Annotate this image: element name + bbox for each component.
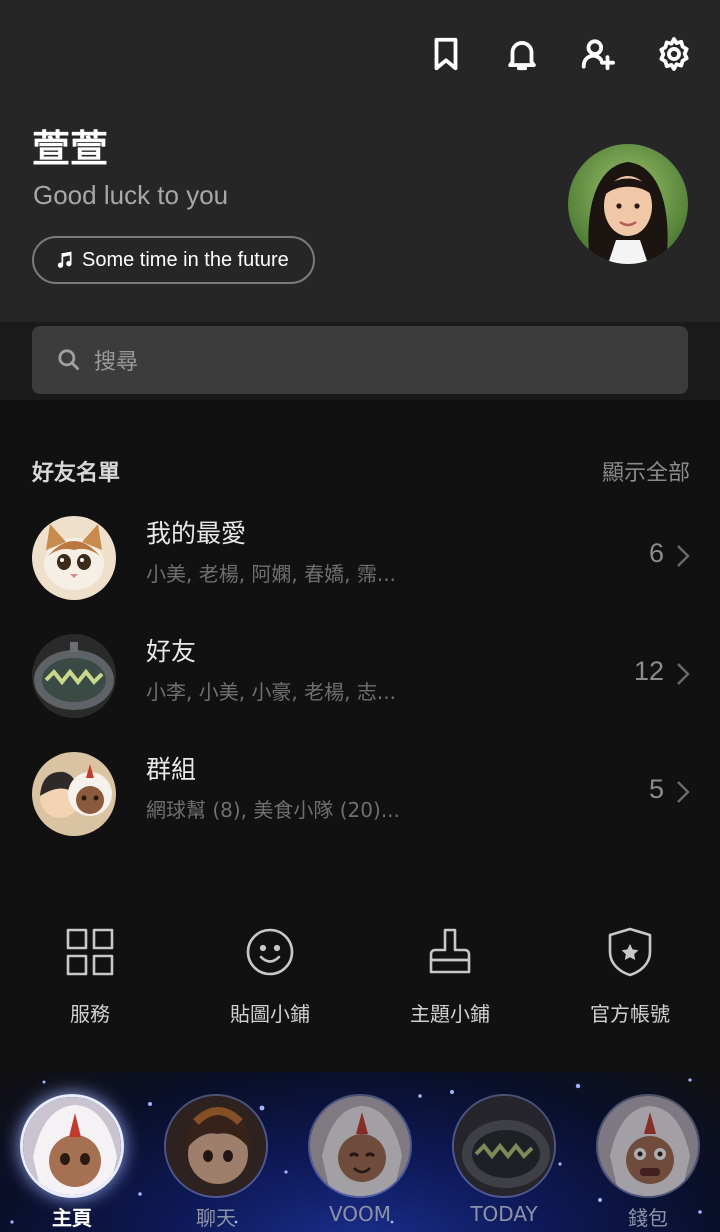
shortcut-theme-shop[interactable]: 主題小鋪 — [360, 924, 540, 1034]
brush-icon — [429, 928, 471, 974]
list-row-subtitle: 小李, 小美, 小豪, 老楊, 志... — [146, 680, 396, 704]
tab-voom[interactable]: VOOM — [288, 1072, 432, 1232]
favorites-thumbnail — [32, 516, 116, 600]
home-tab-icon — [20, 1094, 124, 1198]
wallet-tab-icon — [596, 1094, 700, 1198]
shortcut-official-accounts[interactable]: 官方帳號 — [540, 924, 720, 1034]
shield-star-icon — [608, 927, 652, 977]
tab-wallet[interactable]: 錢包 — [576, 1072, 720, 1232]
search-icon — [58, 349, 80, 371]
profile-name[interactable]: 萱萱 — [32, 118, 108, 173]
shortcut-sticker-shop[interactable]: 貼圖小鋪 — [180, 924, 360, 1034]
add-friend-icon[interactable] — [578, 30, 618, 78]
music-note-icon — [57, 251, 72, 268]
list-row-favorites[interactable]: 我的最愛 小美, 老楊, 阿嫻, 春嬌, 霈... 6 — [0, 504, 720, 614]
bell-icon[interactable] — [502, 30, 542, 78]
bookmark-icon[interactable] — [426, 30, 466, 78]
smiley-icon — [246, 928, 294, 976]
grid-icon — [66, 928, 114, 976]
friend-list-title: 好友名單 — [32, 461, 121, 486]
settings-icon[interactable] — [654, 30, 694, 78]
list-row-subtitle: 網球幫 (8), 美食小隊 (20)... — [146, 798, 400, 822]
profile-status-message[interactable]: Good luck to you — [33, 180, 228, 211]
list-row-friends[interactable]: 好友 小李, 小美, 小豪, 老楊, 志... 12 — [0, 622, 720, 732]
search-placeholder: 搜尋 — [94, 350, 139, 375]
profile-music-label: Some time in the future — [82, 248, 289, 271]
profile-music-button[interactable]: Some time in the future — [32, 236, 315, 284]
show-all-link[interactable]: 顯示全部 — [602, 455, 690, 487]
list-row-count: 6 — [648, 538, 664, 568]
groups-thumbnail — [32, 752, 116, 836]
shortcut-label: 服務 — [70, 1002, 110, 1026]
tab-today[interactable]: TODAY — [432, 1072, 576, 1232]
chat-tab-icon — [164, 1094, 268, 1198]
shortcut-label: 貼圖小鋪 — [230, 1002, 310, 1026]
list-row-count: 5 — [648, 774, 664, 804]
shortcut-label: 官方帳號 — [590, 1002, 670, 1026]
chevron-right-icon — [676, 662, 690, 686]
header-toolbar — [426, 30, 694, 78]
list-row-groups[interactable]: 群組 網球幫 (8), 美食小隊 (20)... 5 — [0, 740, 720, 850]
tab-label: VOOM — [328, 1202, 392, 1226]
tab-label: 主頁 — [52, 1206, 92, 1230]
list-row-count: 12 — [633, 656, 664, 686]
search-input[interactable]: 搜尋 — [32, 326, 688, 394]
tab-label: 聊天 — [196, 1206, 236, 1230]
today-tab-icon — [452, 1094, 556, 1198]
tab-home[interactable]: 主頁 — [0, 1072, 144, 1232]
tab-label: 錢包 — [628, 1206, 668, 1230]
list-row-title: 好友 — [146, 637, 197, 666]
profile-avatar[interactable] — [568, 144, 688, 264]
tab-label: TODAY — [470, 1202, 538, 1226]
profile-header: 萱萱 Good luck to you Some time in the fut… — [0, 0, 720, 322]
friends-thumbnail — [32, 634, 116, 718]
chevron-right-icon — [676, 780, 690, 804]
tab-chats[interactable]: 聊天 — [144, 1072, 288, 1232]
list-row-title: 我的最愛 — [146, 519, 247, 548]
shortcut-label: 主題小鋪 — [410, 1002, 490, 1026]
bottom-tab-bar: 主頁 聊天 VOOM TODAY 錢包 — [0, 1072, 720, 1232]
list-row-title: 群組 — [146, 755, 197, 784]
list-row-subtitle: 小美, 老楊, 阿嫻, 春嬌, 霈... — [146, 562, 396, 586]
chevron-right-icon — [676, 544, 690, 568]
voom-tab-icon — [308, 1094, 412, 1198]
shortcut-services[interactable]: 服務 — [0, 924, 180, 1034]
